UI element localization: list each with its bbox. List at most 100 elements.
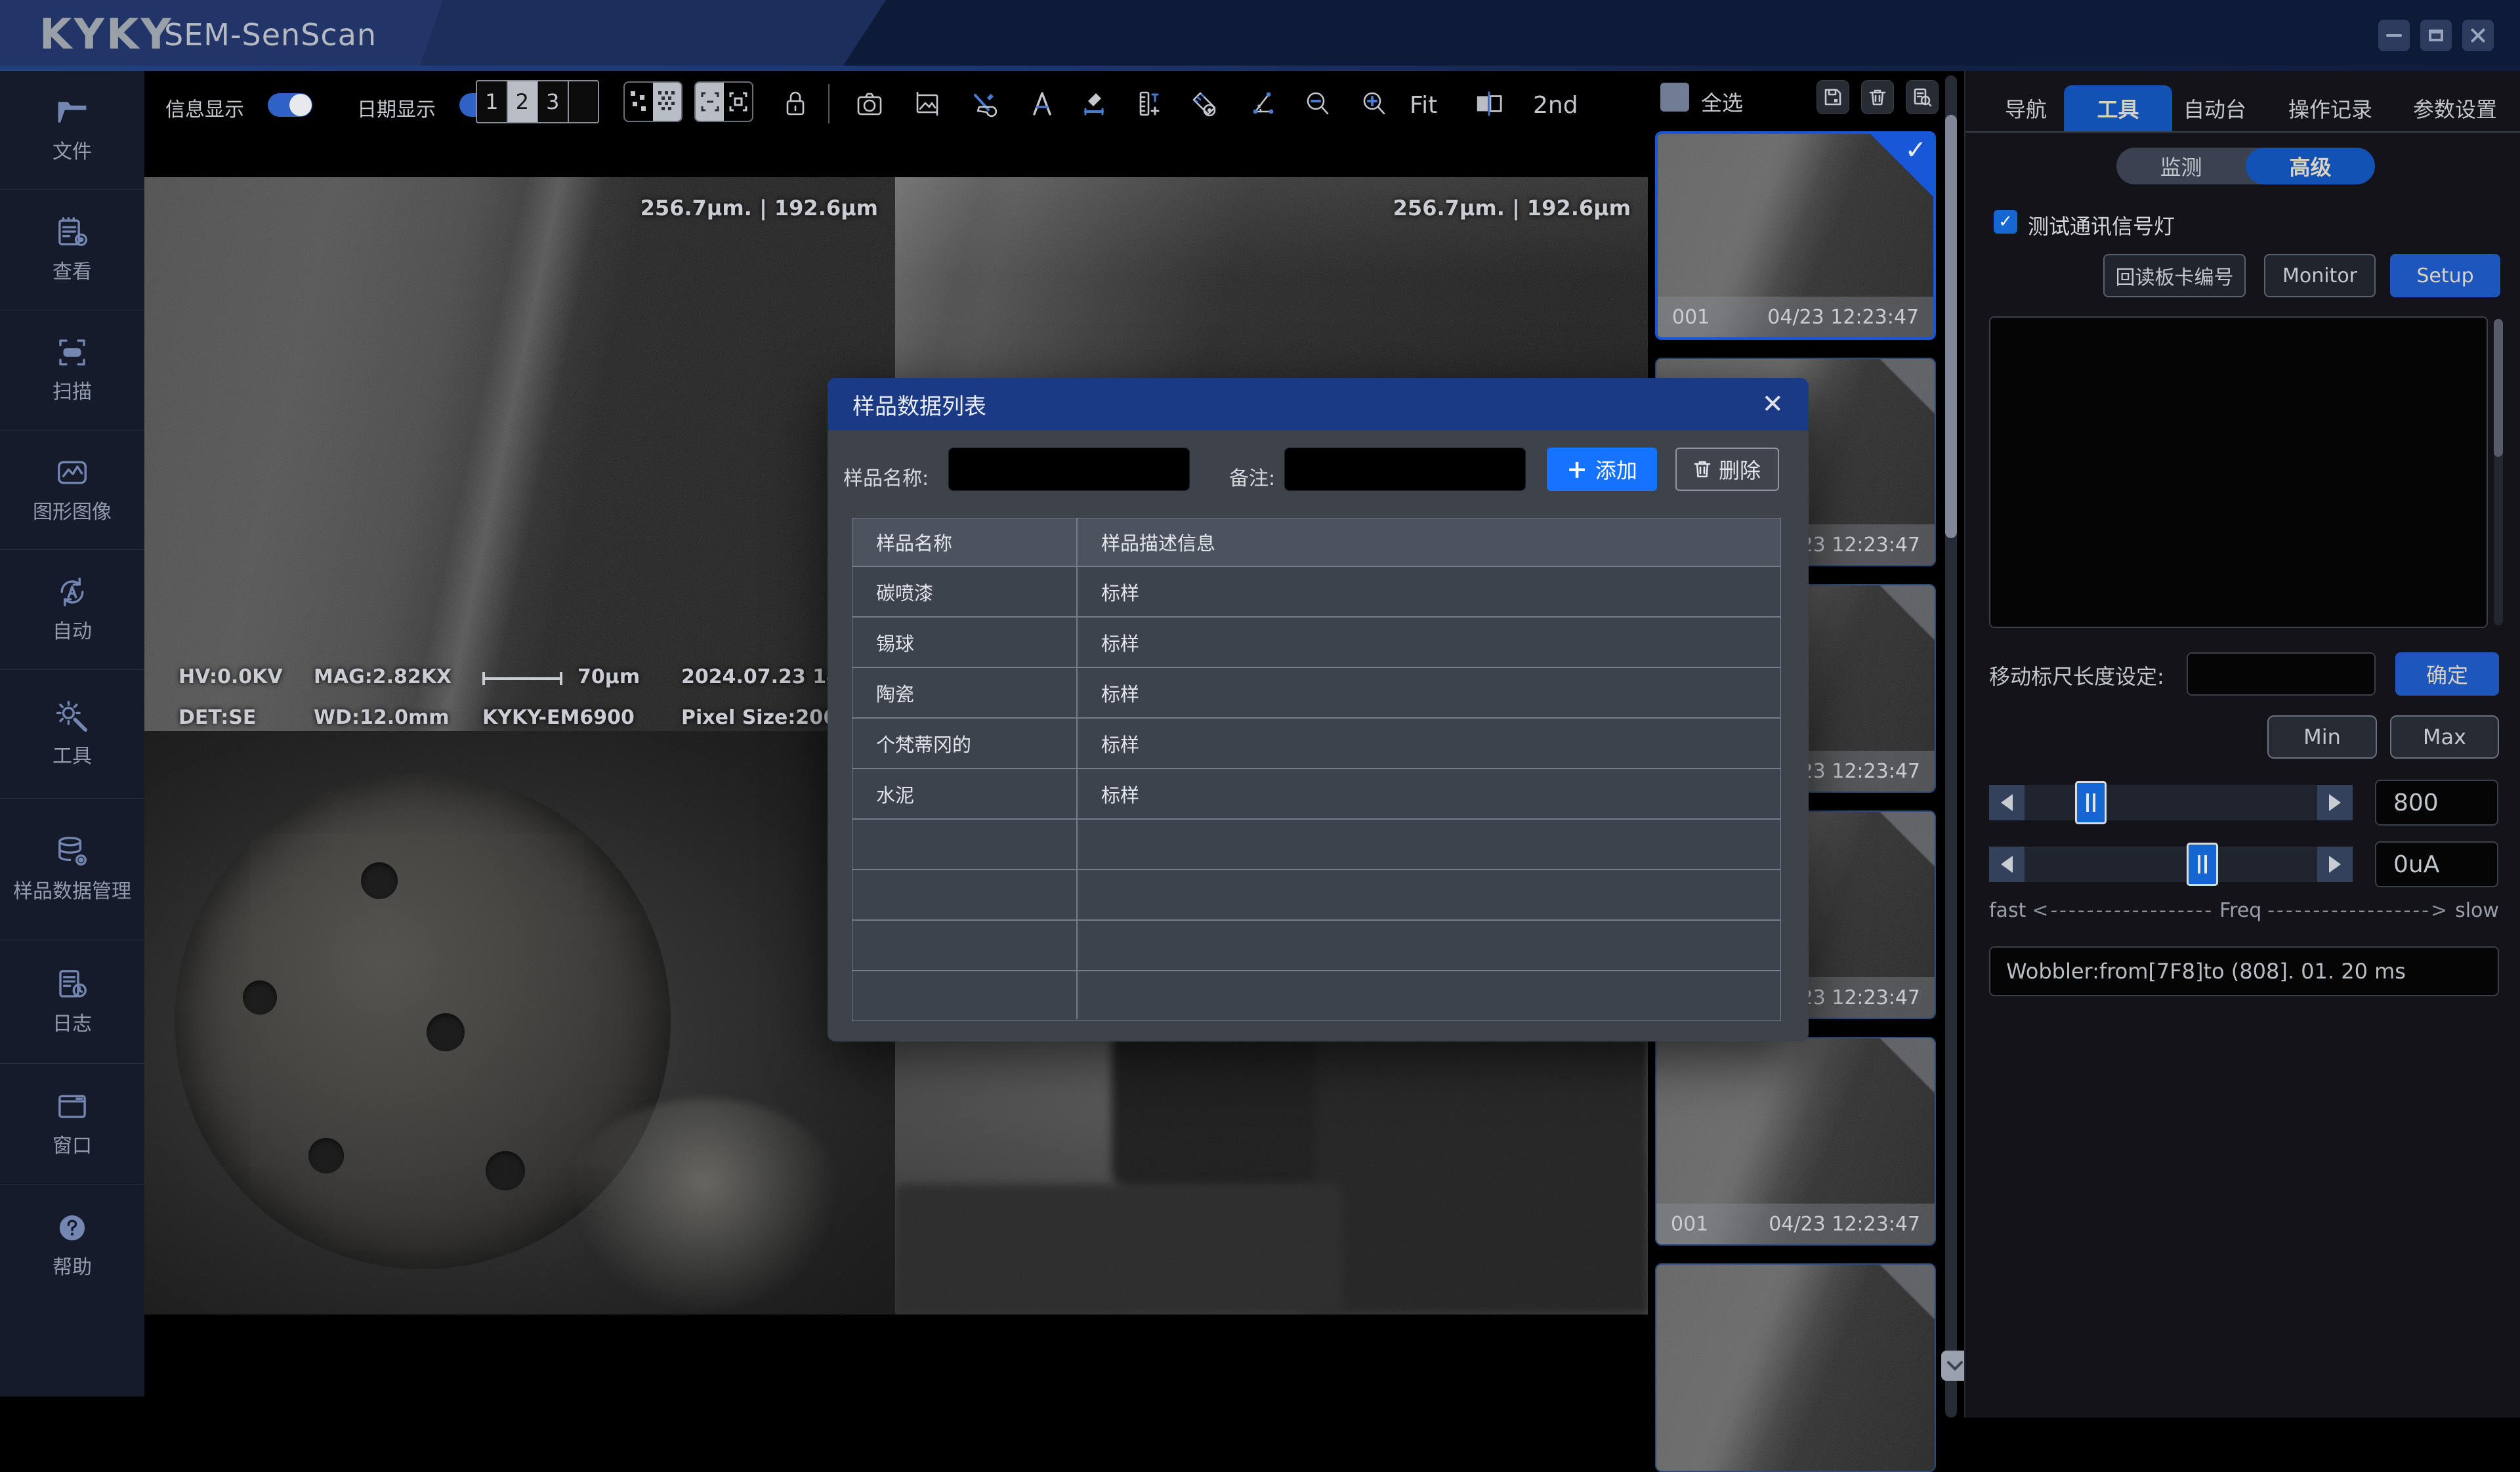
sem-scene <box>144 177 895 731</box>
dialog-header[interactable]: 样品数据列表 ✕ <box>828 378 1809 431</box>
sidebar-item-log[interactable]: 日志 <box>0 940 144 1064</box>
sample-name-input[interactable] <box>948 448 1190 491</box>
min-button[interactable]: Min <box>2267 715 2377 759</box>
sidebar-item-files[interactable]: 文件 <box>0 71 144 190</box>
thumbnail-1[interactable]: 001 04/23 12:23:47 ✓ <box>1655 131 1936 340</box>
scale-bar <box>482 677 562 680</box>
sidebar-item-scan[interactable]: 扫描 <box>0 310 144 431</box>
table-row[interactable]: 个梵蒂冈的 标样 <box>852 717 1780 768</box>
panel-scrollbar-thumb[interactable] <box>2494 319 2503 457</box>
slider-2-right-arrow[interactable] <box>2317 847 2353 882</box>
split-view-icon[interactable] <box>1475 89 1503 118</box>
monitor-mode-segment[interactable]: 监测 <box>2116 148 2246 184</box>
table-row-empty[interactable] <box>852 869 1780 919</box>
tab-tools[interactable]: 工具 <box>2064 85 2172 131</box>
add-button[interactable]: + 添加 <box>1547 448 1657 491</box>
readback-board-button[interactable]: 回读板卡编号 <box>2103 254 2246 297</box>
ruler-height-icon[interactable] <box>1135 89 1164 118</box>
mag-readout: MAG:2.82KX <box>314 665 452 688</box>
angle-measure-icon[interactable] <box>1248 89 1276 118</box>
tab-parameter-settings[interactable]: 参数设置 <box>2406 85 2504 131</box>
segment-3[interactable]: 3 <box>538 81 569 122</box>
note-input[interactable] <box>1284 448 1526 491</box>
zoom-in-icon[interactable] <box>1360 89 1389 118</box>
bracket-frame-icon[interactable] <box>724 83 752 121</box>
sidebar-item-help[interactable]: 帮助 <box>0 1185 144 1306</box>
marker-measure-icon[interactable] <box>1080 89 1109 118</box>
sample-database-icon <box>54 834 90 870</box>
max-button[interactable]: Max <box>2390 715 2499 759</box>
optical-image-bottom-left[interactable] <box>144 731 895 1314</box>
bracket-dash-icon[interactable] <box>696 83 724 121</box>
slider-1-right-arrow[interactable] <box>2317 785 2353 820</box>
camera-icon[interactable] <box>855 89 884 118</box>
test-signal-checkbox[interactable]: ✓ <box>1994 210 2017 234</box>
image-graph-icon <box>54 455 90 490</box>
ruler-length-input[interactable] <box>2187 652 2376 696</box>
sidebar-item-auto[interactable]: 自动 <box>0 550 144 670</box>
minimize-button[interactable] <box>2378 20 2410 51</box>
tab-navigation[interactable]: 导航 <box>1998 85 2053 131</box>
delete-button[interactable]: 删除 <box>1675 448 1779 491</box>
slider-1-thumb[interactable] <box>2075 781 2107 824</box>
sem-image-top-left[interactable]: 256.7μm. | 192.6μm HV:0.0KV MAG:2.82KX 7… <box>144 177 895 731</box>
sidebar-item-window[interactable]: 窗口 <box>0 1064 144 1185</box>
wobbler-status-box: Wobbler:from[7F8]to (808]. 01. 20 ms <box>1989 946 2499 996</box>
info-display-toggle[interactable] <box>268 93 312 117</box>
trash-icon <box>1694 460 1711 478</box>
table-row-empty[interactable] <box>852 919 1780 970</box>
second-view-button[interactable]: 2nd <box>1533 92 1578 119</box>
confirm-button[interactable]: 确定 <box>2395 652 2499 696</box>
sidebar-item-tools[interactable]: 工具 <box>0 670 144 799</box>
freq-fast-label: fast <box>1989 899 2026 922</box>
monitor-button[interactable]: Monitor <box>2264 254 2376 297</box>
thumbnail-time: 04/23 12:23:47 <box>1769 1213 1920 1236</box>
slider-2-thumb[interactable] <box>2187 843 2218 886</box>
sample-name-label: 样品名称: <box>843 462 929 491</box>
slider-1-left-arrow[interactable] <box>1989 785 2025 820</box>
select-all-label: 全选 <box>1701 87 1743 117</box>
table-row-empty[interactable] <box>852 970 1780 1019</box>
text-icon[interactable] <box>1028 89 1057 118</box>
slider-2-left-arrow[interactable] <box>1989 847 2025 882</box>
grid-dense-icon[interactable] <box>653 83 681 121</box>
slider-2-value[interactable]: 0uA <box>2375 841 2498 887</box>
close-button[interactable] <box>2462 20 2494 51</box>
lock-icon[interactable] <box>781 89 810 118</box>
table-row[interactable]: 陶瓷 标样 <box>852 667 1780 717</box>
slider-1-value[interactable]: 800 <box>2375 780 2498 826</box>
table-row-empty[interactable] <box>852 818 1780 869</box>
field-dimensions-label: 256.7μm. | 192.6μm <box>640 196 878 221</box>
slider-2-track[interactable] <box>2025 847 2317 882</box>
select-all-checkbox[interactable] <box>1660 83 1689 112</box>
table-row[interactable]: 碳喷漆 标样 <box>852 566 1780 616</box>
tab-operation-record[interactable]: 操作记录 <box>2282 85 2379 131</box>
image-annotate-icon[interactable] <box>913 89 942 118</box>
thumbnail-5[interactable]: 001 04/23 12:23:47 <box>1655 1037 1936 1246</box>
sidebar-item-view[interactable]: 查看 <box>0 190 144 310</box>
thumbnail-6[interactable] <box>1655 1263 1936 1472</box>
save-button[interactable] <box>1816 80 1849 114</box>
table-row[interactable]: 锡球 标样 <box>852 616 1780 667</box>
maximize-button[interactable] <box>2420 20 2452 51</box>
segment-2[interactable]: 2 <box>508 81 539 122</box>
advanced-mode-segment[interactable]: 高级 <box>2246 148 2375 184</box>
fit-button[interactable]: Fit <box>1410 92 1437 119</box>
grid-sparse-icon[interactable] <box>625 83 653 121</box>
segment-4[interactable] <box>569 81 598 122</box>
dialog-close-icon[interactable]: ✕ <box>1761 391 1784 417</box>
gallery-scrollbar-thumb[interactable] <box>1945 115 1957 538</box>
sidebar-item-graphics[interactable]: 图形图像 <box>0 431 144 550</box>
segment-1[interactable]: 1 <box>477 81 508 122</box>
preview-button[interactable] <box>1906 80 1939 114</box>
delete-images-button[interactable] <box>1861 80 1894 114</box>
table-row[interactable]: 水泥 标样 <box>852 768 1780 818</box>
setup-button[interactable]: Setup <box>2390 254 2500 297</box>
slider-1 <box>1989 785 2353 820</box>
slider-1-track[interactable] <box>2025 785 2317 820</box>
ruler-protractor-icon[interactable] <box>1190 89 1219 118</box>
zoom-out-icon[interactable] <box>1303 89 1332 118</box>
tab-auto-stage[interactable]: 自动台 <box>2177 85 2253 131</box>
repair-tools-icon[interactable] <box>969 89 998 118</box>
sidebar-item-sample-data[interactable]: 样品数据管理 <box>0 799 144 940</box>
